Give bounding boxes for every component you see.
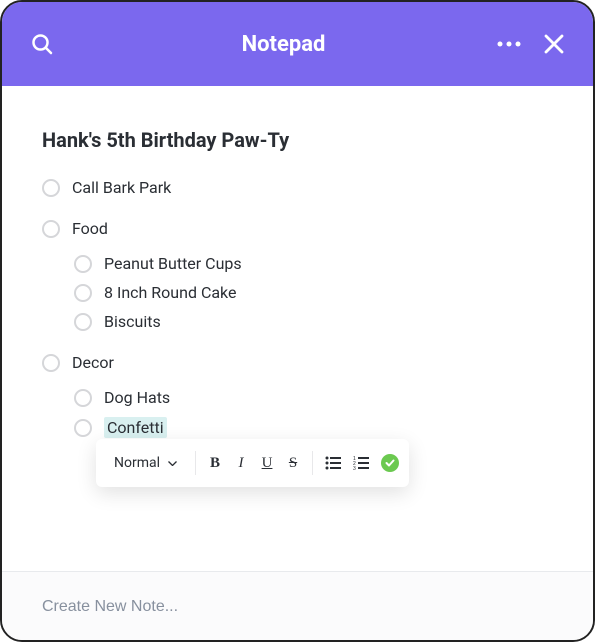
checkbox-icon[interactable] (74, 284, 92, 302)
check-item[interactable]: Call Bark Park (42, 178, 553, 197)
checkbox-icon[interactable] (74, 255, 92, 273)
numbered-list-button[interactable]: 1 2 3 (349, 449, 373, 477)
underline-button[interactable]: U (256, 449, 278, 477)
check-item-label: Dog Hats (104, 388, 170, 407)
numbered-list-icon: 1 2 3 (353, 456, 369, 470)
new-note-input[interactable] (42, 598, 553, 616)
close-icon[interactable] (543, 33, 565, 55)
checkbox-icon[interactable] (74, 419, 92, 437)
check-item[interactable]: Food (42, 219, 553, 238)
search-icon[interactable] (30, 32, 54, 56)
check-item-label: Peanut Butter Cups (104, 254, 242, 273)
more-icon[interactable] (497, 41, 521, 47)
format-toolbar: Normal B I U S (96, 439, 409, 487)
app-title: Notepad (70, 32, 497, 57)
svg-text:3: 3 (353, 466, 356, 470)
app-window: Notepad Hank's 5th Birthday Paw-Ty (0, 0, 595, 642)
confirm-button[interactable] (381, 454, 399, 472)
style-dropdown-label: Normal (114, 455, 160, 471)
check-item[interactable]: 8 Inch Round Cake (74, 283, 553, 302)
divider (312, 451, 313, 475)
checkbox-icon[interactable] (74, 389, 92, 407)
note-content: Hank's 5th Birthday Paw-Ty Call Bark Par… (2, 86, 593, 571)
sub-items: Dog Hats Confetti (42, 388, 553, 438)
check-item-label: Food (72, 219, 108, 238)
check-item-label: Call Bark Park (72, 178, 171, 197)
header-left (30, 32, 70, 56)
bullet-list-icon (325, 456, 341, 470)
bullet-list-button[interactable] (321, 449, 345, 477)
check-icon (385, 459, 395, 467)
checkbox-icon[interactable] (42, 354, 60, 372)
style-dropdown[interactable]: Normal (106, 439, 187, 487)
check-group: Food Peanut Butter Cups 8 Inch Round Cak… (42, 219, 553, 331)
sub-items: Peanut Butter Cups 8 Inch Round Cake Bis… (42, 254, 553, 331)
bold-button[interactable]: B (204, 449, 226, 477)
footer (2, 571, 593, 640)
check-item[interactable]: Peanut Butter Cups (74, 254, 553, 273)
check-item[interactable]: Decor (42, 353, 553, 372)
note-title[interactable]: Hank's 5th Birthday Paw-Ty (42, 128, 553, 152)
checkbox-icon[interactable] (74, 313, 92, 331)
divider (195, 451, 196, 475)
header-right (497, 33, 565, 55)
check-item-label: 8 Inch Round Cake (104, 283, 237, 302)
strikethrough-button[interactable]: S (282, 449, 304, 477)
checklist: Call Bark Park Food Peanut Butter Cups 8… (42, 178, 553, 438)
check-item[interactable]: Biscuits (74, 312, 553, 331)
check-item[interactable]: Dog Hats (74, 388, 553, 407)
check-group: Call Bark Park (42, 178, 553, 197)
header-bar: Notepad (2, 2, 593, 86)
check-item-label: Biscuits (104, 312, 161, 331)
checkbox-icon[interactable] (42, 220, 60, 238)
check-item-label: Decor (72, 353, 114, 372)
chevron-down-icon (168, 461, 177, 466)
check-item-label: Confetti (104, 417, 167, 438)
check-group: Decor Dog Hats Confetti (42, 353, 553, 438)
check-item[interactable]: Confetti (74, 417, 553, 438)
italic-button[interactable]: I (230, 449, 252, 477)
checkbox-icon[interactable] (42, 179, 60, 197)
